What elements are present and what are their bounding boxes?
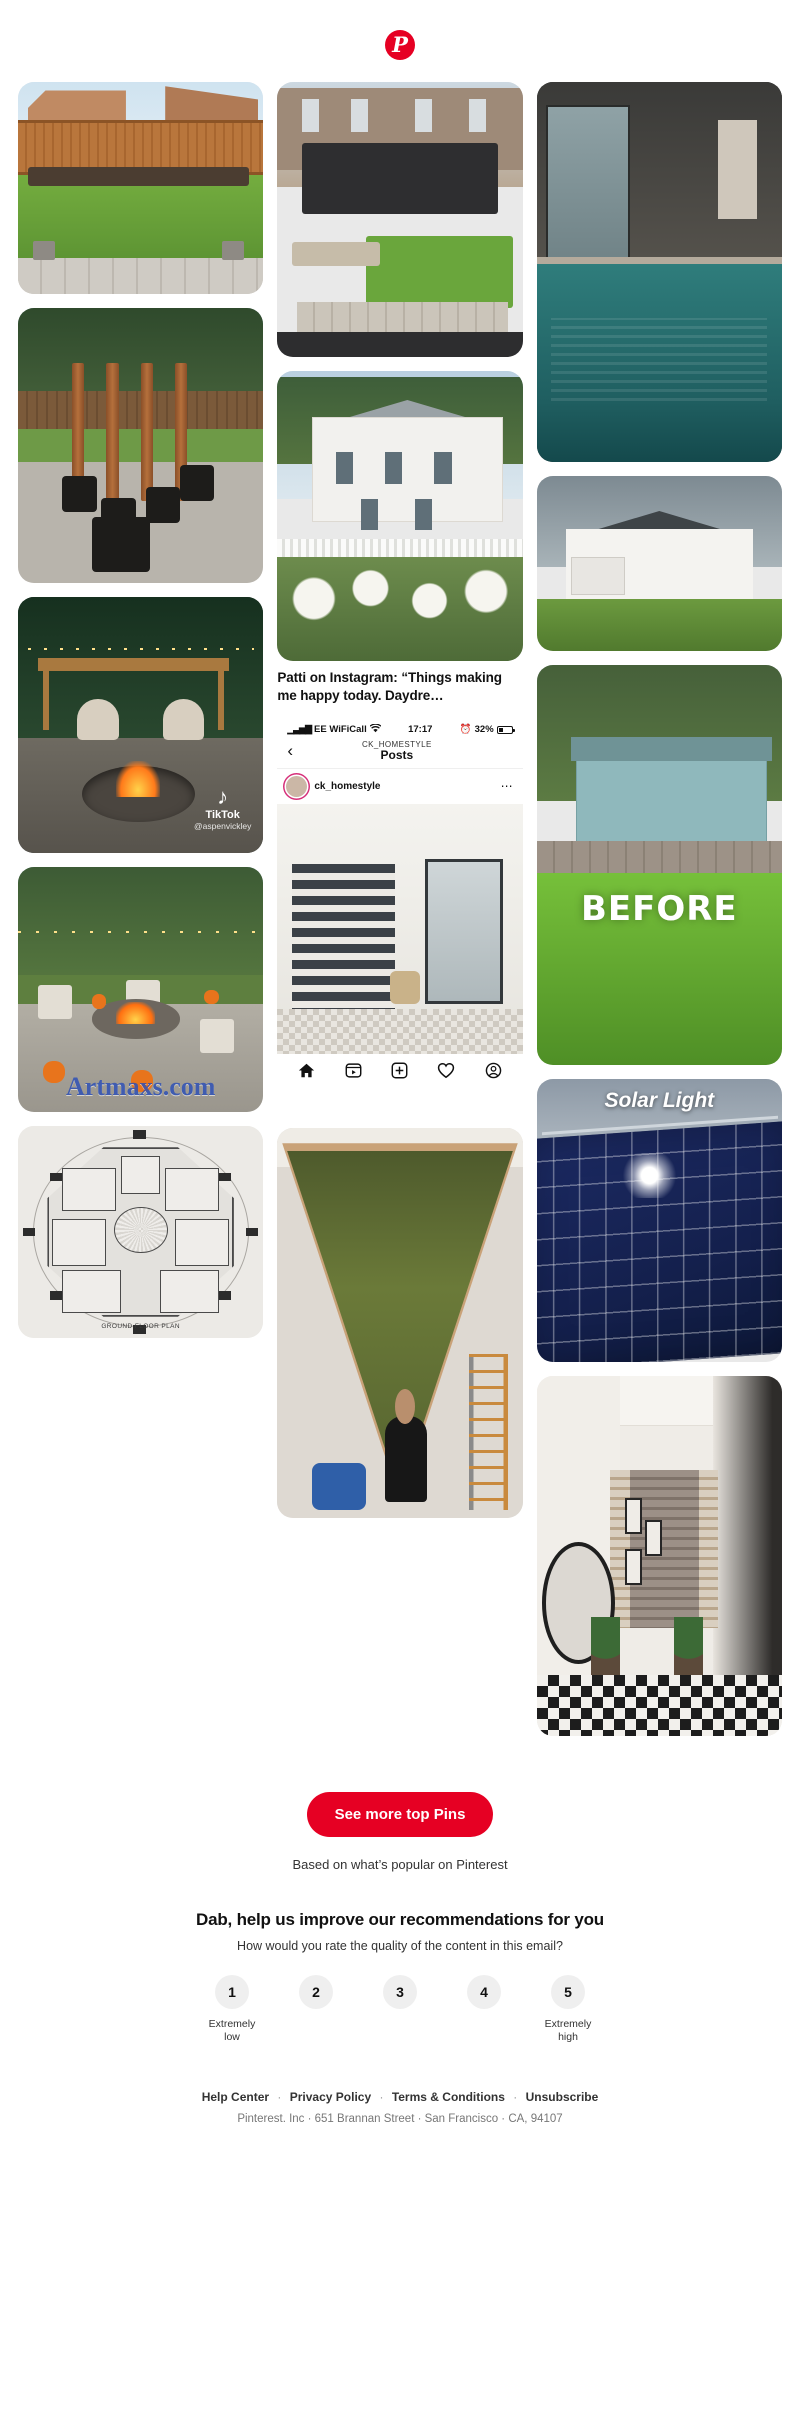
clock-label: 17:17 xyxy=(408,724,433,736)
cta-section: See more top Pins Based on what’s popula… xyxy=(0,1736,800,1872)
pin-hallway-mirror[interactable] xyxy=(536,1376,782,1736)
pin-moss-wall[interactable] xyxy=(277,1127,523,1518)
pin-image[interactable] xyxy=(536,1376,782,1736)
pin-white-house-hydrangeas[interactable]: Patti on Instagram: “Things making me ha… xyxy=(277,371,523,705)
profile-icon[interactable] xyxy=(485,1062,502,1079)
pin-image[interactable]: Solar Light xyxy=(536,1079,782,1362)
heart-icon[interactable] xyxy=(437,1062,455,1079)
add-post-icon[interactable] xyxy=(391,1062,408,1079)
rating-option-4[interactable]: 4 xyxy=(457,1975,511,2044)
instagram-post-photo xyxy=(277,803,523,1054)
pin-grid: ♪ TikTok @aspenvickley Artmaxs.com GROUN… xyxy=(0,82,800,1736)
pin-column-1: ♪ TikTok @aspenvickley Artmaxs.com GROUN… xyxy=(18,82,264,1338)
survey-section: Dab, help us improve our recommendations… xyxy=(0,1872,800,2044)
pin-column-2: Patti on Instagram: “Things making me ha… xyxy=(277,82,523,1518)
instagram-nav-bar: ‹ CK_HOMESTYLE Posts xyxy=(277,738,523,769)
see-more-top-pins-button[interactable]: See more top Pins xyxy=(306,1792,494,1837)
pin-caption: Patti on Instagram: “Things making me ha… xyxy=(277,670,502,703)
footer-link-help-center[interactable]: Help Center xyxy=(202,2090,269,2104)
tiktok-label: TikTok xyxy=(205,809,240,821)
tiktok-watermark: ♪ TikTok @aspenvickley xyxy=(194,784,252,832)
rating-scale: 1 Extremely low 2 3 4 5 Extremely high xyxy=(0,1975,800,2044)
pin-image[interactable]: GROUND FLOOR PLAN xyxy=(18,1126,264,1338)
signal-bars-icon: ▁▃▅▇ xyxy=(287,724,312,735)
pin-before-garden[interactable]: BEFORE xyxy=(536,665,782,1065)
rating-option-3[interactable]: 3 xyxy=(373,1975,427,2044)
pin-solar-light[interactable]: Solar Light xyxy=(536,1079,782,1362)
pin-floor-plan[interactable]: GROUND FLOOR PLAN xyxy=(18,1126,264,1338)
footer-separator: · xyxy=(513,2089,518,2104)
rating-value[interactable]: 5 xyxy=(551,1975,585,2009)
floor-plan-caption: GROUND FLOOR PLAN xyxy=(101,1322,180,1330)
before-overlay-text: BEFORE xyxy=(580,889,738,929)
footer-address: Pinterest. Inc · 651 Brannan Street · Sa… xyxy=(237,2112,563,2125)
artmaxs-watermark: Artmaxs.com xyxy=(65,1072,216,1101)
solar-light-overlay-text: Solar Light xyxy=(604,1089,715,1112)
more-options-icon[interactable]: ⋯ xyxy=(501,779,514,793)
instagram-screen-title: Posts xyxy=(380,747,414,762)
rating-label: Extremely high xyxy=(544,2018,592,2043)
pin-indoor-pool[interactable] xyxy=(536,82,782,462)
instagram-post-header: ck_homestyle ⋯ xyxy=(277,769,522,804)
home-icon[interactable] xyxy=(298,1062,315,1079)
pin-image[interactable]: ♪ TikTok @aspenvickley xyxy=(18,597,264,853)
pin-pumpkin-firepit[interactable]: Artmaxs.com xyxy=(18,867,264,1112)
footer-link-unsubscribe[interactable]: Unsubscribe xyxy=(526,2090,599,2104)
footer-separator: · xyxy=(277,2089,282,2104)
pin-image[interactable]: Artmaxs.com xyxy=(18,867,264,1112)
pin-column-3: BEFORE Solar Light xyxy=(536,82,782,1736)
pin-instagram-screenshot[interactable]: ▁▃▅▇ EE WiFiCall 17:17 ⏰ 32% ‹ CK_HOMEST… xyxy=(277,718,523,1114)
alarm-icon: ⏰ xyxy=(459,724,472,736)
carrier-label: EE WiFiCall xyxy=(314,724,367,736)
pin-image[interactable] xyxy=(18,308,264,583)
email-header xyxy=(0,0,800,82)
avatar[interactable] xyxy=(286,775,308,797)
footer-link-terms-conditions[interactable]: Terms & Conditions xyxy=(392,2090,505,2104)
rating-option-2[interactable]: 2 xyxy=(289,1975,343,2044)
pin-garden-posts[interactable] xyxy=(18,308,264,583)
pin-image[interactable] xyxy=(277,371,523,661)
battery-percent: 32% xyxy=(474,724,494,736)
pin-firepit-swings[interactable]: ♪ TikTok @aspenvickley xyxy=(18,597,264,853)
pin-modern-farmhouse[interactable] xyxy=(536,476,782,651)
pin-image[interactable] xyxy=(536,476,782,651)
survey-question: How would you rate the quality of the co… xyxy=(237,1939,563,1953)
instagram-username[interactable]: ck_homestyle xyxy=(314,781,493,792)
rating-label: Extremely low xyxy=(208,2018,256,2043)
footer-link-privacy-policy[interactable]: Privacy Policy xyxy=(290,2090,371,2104)
instagram-tab-bar xyxy=(277,1053,523,1088)
reels-icon[interactable] xyxy=(345,1062,362,1079)
footer-separator: · xyxy=(379,2089,384,2104)
pin-backyard-lawn[interactable] xyxy=(18,82,264,294)
pin-image[interactable]: ▁▃▅▇ EE WiFiCall 17:17 ⏰ 32% ‹ CK_HOMEST… xyxy=(277,718,523,1114)
rating-option-1[interactable]: 1 Extremely low xyxy=(205,1975,259,2044)
tiktok-handle: @aspenvickley xyxy=(194,821,252,831)
pin-image[interactable] xyxy=(18,82,264,294)
battery-icon xyxy=(496,725,515,734)
pinterest-logo-icon[interactable] xyxy=(385,30,415,60)
cta-subtitle: Based on what’s popular on Pinterest xyxy=(292,1857,508,1872)
rating-value[interactable]: 2 xyxy=(299,1975,333,2009)
pin-image[interactable] xyxy=(277,1127,523,1518)
pin-image[interactable] xyxy=(536,82,782,462)
email-body: ♪ TikTok @aspenvickley xyxy=(0,0,800,2155)
rating-value[interactable]: 1 xyxy=(215,1975,249,2009)
wifi-icon xyxy=(369,723,382,736)
tiktok-note-icon: ♪ xyxy=(217,784,229,809)
pin-pergola-deck[interactable] xyxy=(277,82,523,357)
survey-title: Dab, help us improve our recommendations… xyxy=(196,1910,604,1929)
pin-image[interactable]: BEFORE xyxy=(536,665,782,1065)
email-footer: Help Center · Privacy Policy · Terms & C… xyxy=(0,2044,800,2155)
phone-status-bar: ▁▃▅▇ EE WiFiCall 17:17 ⏰ 32% xyxy=(277,719,522,738)
footer-links: Help Center · Privacy Policy · Terms & C… xyxy=(0,2090,800,2104)
rating-value[interactable]: 4 xyxy=(467,1975,501,2009)
pin-image[interactable] xyxy=(277,82,523,357)
rating-value[interactable]: 3 xyxy=(383,1975,417,2009)
rating-option-5[interactable]: 5 Extremely high xyxy=(541,1975,595,2044)
